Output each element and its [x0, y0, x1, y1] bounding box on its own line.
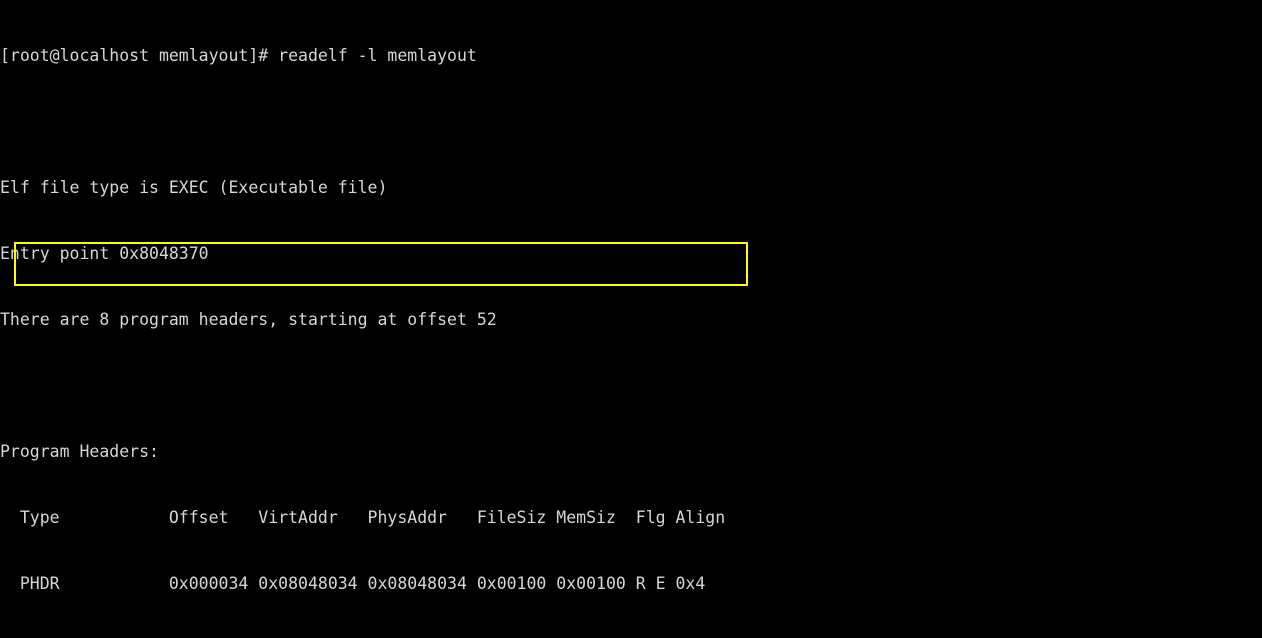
terminal-line-blank-2 — [0, 375, 1262, 397]
terminal-line-header-count: There are 8 program headers, starting at… — [0, 310, 497, 329]
program-headers-columns: Type Offset VirtAddr PhysAddr FileSiz Me… — [0, 508, 726, 527]
terminal-screen: [root@localhost memlayout]# readelf -l m… — [0, 0, 1262, 638]
program-header-row-phdr: PHDR 0x000034 0x08048034 0x08048034 0x00… — [0, 574, 706, 593]
terminal-line-prompt: [root@localhost memlayout]# readelf -l m… — [0, 46, 477, 65]
terminal-line-blank-1 — [0, 111, 1262, 133]
terminal-line-entry-point: Entry point 0x8048370 — [0, 244, 209, 263]
program-headers-title: Program Headers: — [0, 442, 159, 461]
terminal-line-elf-type: Elf file type is EXEC (Executable file) — [0, 178, 388, 197]
terminal-window[interactable]: [root@localhost memlayout]# readelf -l m… — [0, 0, 1262, 638]
